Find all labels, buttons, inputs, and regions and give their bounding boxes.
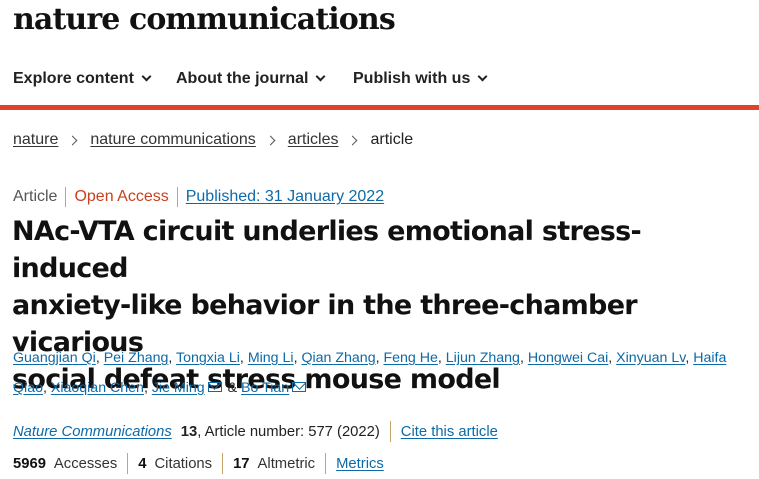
divider (176, 187, 178, 207)
breadcrumb-articles[interactable]: articles (288, 131, 339, 149)
site-logo[interactable]: nature communications (13, 2, 396, 37)
author-link[interactable]: Xinyuan Lv (616, 350, 685, 366)
header-divider (0, 105, 759, 110)
cite-this-article-link[interactable]: Cite this article (401, 424, 498, 440)
author-link[interactable]: Ming Li (248, 350, 294, 366)
altmetric-score: 17 (233, 455, 250, 472)
author-link[interactable]: Hongwei Cai (528, 350, 608, 366)
email-icon[interactable] (292, 381, 307, 392)
citations-label: Citations (154, 455, 213, 472)
accesses-label: Accesses (53, 455, 118, 472)
altmetric-label: Altmetric (257, 455, 316, 472)
nav-about-journal[interactable]: About the journal (176, 70, 326, 88)
nav-about-journal-label: About the journal (176, 70, 309, 87)
nav-explore-content[interactable]: Explore content (13, 70, 152, 88)
breadcrumb-nature-communications[interactable]: nature communications (90, 131, 255, 149)
citations-count: 4 (138, 455, 147, 472)
author-link[interactable]: Qian Zhang (301, 350, 375, 366)
article-type: Article (13, 188, 58, 205)
citation-line: Nature Communications 13 , Article numbe… (13, 421, 498, 442)
breadcrumb-current: article (370, 131, 414, 148)
divider (222, 453, 224, 474)
chevron-right-icon (265, 135, 276, 145)
article-title-line: NAc-VTA circuit underlies emotional stre… (12, 216, 642, 284)
chevron-down-icon (477, 71, 488, 82)
author-link[interactable]: Pei Zhang (104, 350, 169, 366)
main-navigation: Explore content About the journal Publis… (0, 60, 759, 105)
nav-publish-with-us-label: Publish with us (353, 70, 471, 87)
breadcrumb-nature[interactable]: nature (13, 131, 58, 149)
published-date-link[interactable]: Published: 31 January 2022 (186, 188, 384, 206)
nav-explore-content-label: Explore content (13, 70, 134, 87)
accesses-count: 5969 (13, 455, 46, 472)
divider (389, 421, 391, 442)
breadcrumb: nature nature communications articles ar… (13, 131, 413, 149)
author-link[interactable]: Xiaoqian Chen (51, 380, 144, 396)
open-access-badge: Open Access (74, 188, 169, 205)
nav-publish-with-us[interactable]: Publish with us (353, 70, 488, 88)
article-meta: Article Open Access Published: 31 Januar… (13, 187, 384, 207)
chevron-right-icon (67, 135, 78, 145)
author-link[interactable]: Lijun Zhang (446, 350, 520, 366)
author-link[interactable]: Feng He (383, 350, 437, 366)
author-link[interactable]: Jie Ming (152, 380, 205, 396)
author-list: Guangjian Qi, Pei Zhang, Tongxia Li, Min… (13, 350, 727, 396)
journal-volume: 13 (180, 423, 198, 440)
article-metrics: 5969 Accesses 4 Citations 17 Altmetric M… (13, 453, 384, 474)
metrics-link[interactable]: Metrics (336, 456, 384, 472)
email-icon[interactable] (207, 381, 222, 392)
author-link[interactable]: Bo Tian (241, 380, 289, 396)
divider (325, 453, 327, 474)
chevron-down-icon (141, 71, 152, 82)
and-separator: & (227, 380, 238, 396)
divider (65, 187, 67, 207)
journal-name-link[interactable]: Nature Communications (13, 424, 172, 440)
divider (127, 453, 129, 474)
chevron-right-icon (348, 135, 358, 145)
author-link[interactable]: Guangjian Qi (13, 350, 96, 366)
article-number: , Article number: 577 (2022) (197, 423, 380, 440)
author-link[interactable]: Tongxia Li (176, 350, 240, 366)
chevron-down-icon (315, 71, 326, 82)
